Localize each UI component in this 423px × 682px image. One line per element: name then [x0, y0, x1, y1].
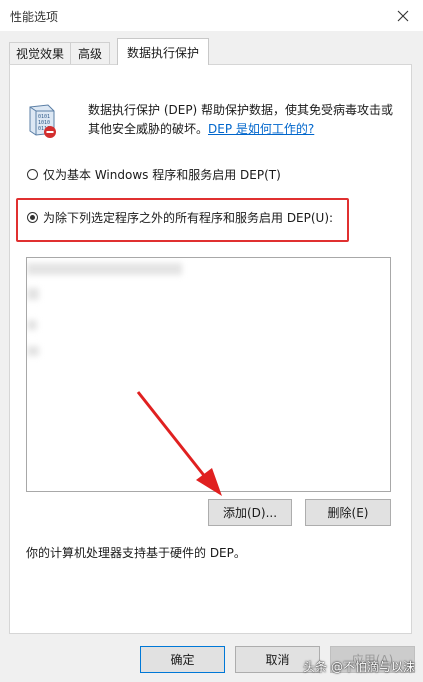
- watermark: 头条 @不怕滴与以沫: [303, 660, 415, 674]
- radio-all-except-label: 为除下列选定程序之外的所有程序和服务启用 DEP(U):: [43, 211, 334, 225]
- description-line-1: 数据执行保护 (DEP) 帮助保护数据，使其免受病毒攻击或: [88, 103, 394, 117]
- blurred-list-item: [27, 320, 37, 330]
- radio-selected-dot: [30, 215, 35, 220]
- ok-button[interactable]: 确定: [140, 646, 225, 673]
- hardware-dep-note: 你的计算机处理器支持基于硬件的 DEP。: [26, 546, 246, 560]
- tab-label: 数据执行保护: [126, 45, 199, 60]
- tab-label: 高级: [77, 47, 102, 61]
- radio-basic[interactable]: [27, 169, 38, 180]
- excluded-programs-list[interactable]: [26, 257, 391, 492]
- tab-label: 视觉效果: [15, 47, 64, 61]
- tab-visual-effects[interactable]: 视觉效果: [9, 42, 71, 64]
- blurred-list-item: [27, 288, 39, 300]
- radio-all-except-option[interactable]: 为除下列选定程序之外的所有程序和服务启用 DEP(U):: [27, 209, 333, 226]
- title-bar: 性能选项: [0, 0, 423, 31]
- tab-dep[interactable]: 数据执行保护: [117, 38, 209, 65]
- radio-basic-label: 仅为基本 Windows 程序和服务启用 DEP(T): [43, 168, 281, 182]
- close-button[interactable]: [383, 0, 423, 31]
- description-line-2: 其他安全威胁的破坏。DEP 是如何工作的?: [88, 120, 408, 139]
- add-button[interactable]: 添加(D)...: [208, 499, 292, 526]
- window-title: 性能选项: [10, 10, 59, 24]
- dep-shield-icon: 0101 1010 0110: [29, 104, 56, 138]
- blurred-list-item: [27, 263, 182, 275]
- radio-all-except[interactable]: [27, 212, 38, 223]
- dep-panel: 0101 1010 0110 数据执行保护 (DEP) 帮助保护数据，使其免受病…: [9, 64, 412, 634]
- description-text: 其他安全威胁的破坏。: [88, 122, 209, 136]
- tab-advanced[interactable]: 高级: [70, 42, 110, 64]
- radio-basic-option[interactable]: 仅为基本 Windows 程序和服务启用 DEP(T): [27, 166, 281, 183]
- dep-help-link[interactable]: DEP 是如何工作的?: [208, 122, 314, 136]
- dep-description: 数据执行保护 (DEP) 帮助保护数据，使其免受病毒攻击或 其他安全威胁的破坏。…: [88, 101, 408, 139]
- blurred-list-item: [27, 346, 39, 356]
- close-icon: [397, 10, 409, 21]
- remove-button[interactable]: 删除(E): [305, 499, 391, 526]
